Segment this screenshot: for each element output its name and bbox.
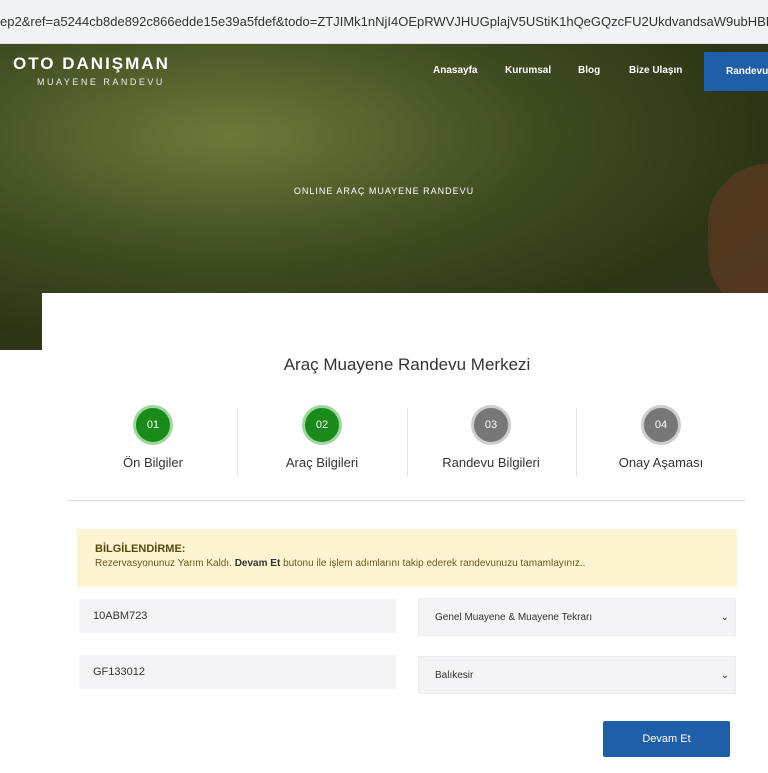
alert-heading: BİLGİLENDİRME: bbox=[95, 543, 186, 555]
step-2: 02 Araç Bilgileri bbox=[237, 405, 407, 470]
step-circle: 03 bbox=[471, 405, 511, 445]
address-bar[interactable]: ep2&ref=a5244cb8de892c866edde15e39a5fdef… bbox=[0, 0, 768, 44]
card-title: Araç Muayene Randevu Merkezi bbox=[283, 355, 531, 374]
inspection-type-select[interactable]: Genel Muayene & Muayene Tekrarı ⌄ bbox=[418, 598, 736, 636]
step-1: 01 Ön Bilgiler bbox=[68, 405, 238, 470]
nav-bize-ulasin[interactable]: Bize Ulaşın bbox=[629, 65, 682, 76]
divider bbox=[68, 500, 745, 501]
step-circle: 02 bbox=[302, 405, 342, 445]
select-value: Balıkesir bbox=[435, 670, 474, 681]
step-label: Ön Bilgiler bbox=[123, 455, 183, 470]
step-label: Randevu Bilgileri bbox=[442, 455, 540, 470]
alert-text-after: butonu ile işlem adımlarını takip ederek… bbox=[283, 558, 586, 569]
logo[interactable]: OTO DANIŞMAN MUAYENE RANDEVU bbox=[13, 54, 170, 87]
nav-blog[interactable]: Blog bbox=[578, 65, 600, 76]
select-value: Genel Muayene & Muayene Tekrarı bbox=[435, 612, 593, 623]
alert-text: Rezervasyonunuz Yarım Kaldı. bbox=[95, 558, 232, 569]
city-select[interactable]: Balıkesir ⌄ bbox=[418, 656, 736, 694]
alert-bold: Devam Et bbox=[234, 558, 281, 569]
nav-anasayfa[interactable]: Anasayfa bbox=[433, 65, 477, 76]
step-circle: 04 bbox=[641, 405, 681, 445]
hero-title: ONLINE ARAÇ MUAYENE RANDEVU bbox=[293, 186, 475, 196]
document-input[interactable]: GF133012 bbox=[79, 655, 396, 689]
logo-subtitle: MUAYENE RANDEVU bbox=[37, 77, 165, 87]
randevu-button[interactable]: Randevu Al bbox=[704, 52, 768, 91]
info-alert: BİLGİLENDİRME: Rezervasyonunuz Yarım Kal… bbox=[77, 529, 737, 587]
nav-kurumsal[interactable]: Kurumsal bbox=[505, 65, 551, 76]
plate-input[interactable]: 10ABM723 bbox=[79, 599, 396, 633]
chevron-down-icon: ⌄ bbox=[720, 670, 729, 681]
step-label: Onay Aşaması bbox=[618, 455, 704, 470]
chevron-down-icon: ⌄ bbox=[720, 612, 729, 623]
logo-title: OTO DANIŞMAN bbox=[13, 54, 170, 73]
step-circle: 01 bbox=[133, 405, 173, 445]
appointment-card: Araç Muayene Randevu Merkezi 01 Ön Bilgil… bbox=[42, 293, 768, 773]
step-4: 04 Onay Aşaması bbox=[576, 405, 746, 470]
continue-button[interactable]: Devam Et bbox=[603, 721, 730, 757]
step-3: 03 Randevu Bilgileri bbox=[406, 405, 576, 470]
step-label: Araç Bilgileri bbox=[285, 455, 359, 470]
